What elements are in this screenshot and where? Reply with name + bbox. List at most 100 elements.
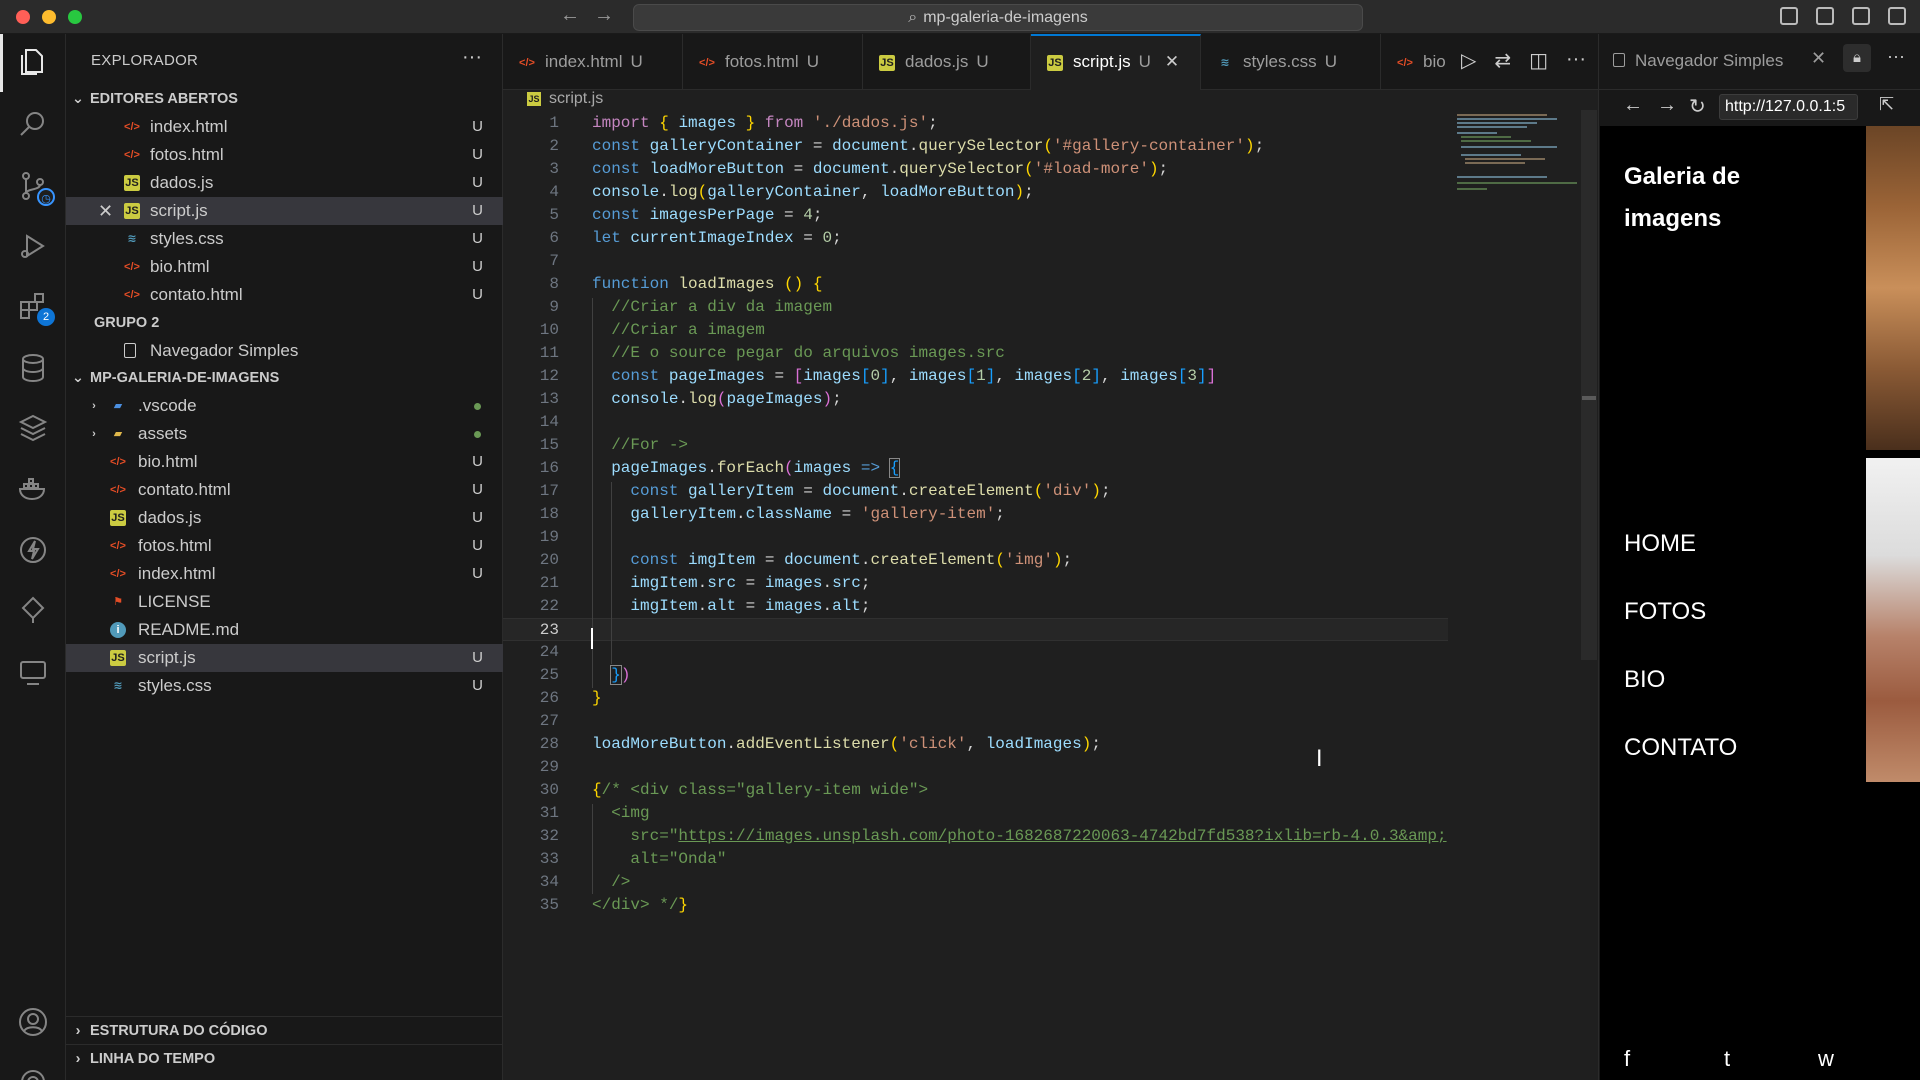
tree-file[interactable]: </> index.html U [66,560,503,588]
more-actions-icon[interactable]: ··· [1566,48,1586,73]
gallery-image [1866,458,1920,782]
customize-layout-icon[interactable] [1888,7,1906,25]
toggle-secondary-sidebar-icon[interactable] [1852,7,1870,25]
code-line: 8 function loadImages () { [503,273,1448,296]
tree-folder[interactable]: › ▰ assets [66,420,503,448]
project-section[interactable]: ⌄ MP-GALERIA-DE-IMAGENS [66,365,503,391]
url-input[interactable]: http://127.0.0.1:5 [1719,94,1858,120]
minimap[interactable] [1453,110,1583,210]
settings-gear-icon[interactable] [15,1064,51,1080]
more-actions-icon[interactable]: ··· [462,46,482,69]
nav-link-bio[interactable]: BIO [1624,666,1665,694]
text-caret [591,628,593,649]
layers-icon[interactable] [15,410,51,446]
close-tab-icon[interactable]: ✕ [1811,48,1826,69]
code-line: 35 </div> */} [503,894,1448,917]
search-icon[interactable] [15,106,51,142]
group-2-header[interactable]: GRUPO 2 [66,309,503,337]
code-line: 30 {/* <div class="gallery-item wide"> [503,779,1448,802]
reload-icon[interactable]: ↻ [1689,94,1706,119]
back-arrow-icon[interactable]: ← [560,4,580,27]
open-editor-item[interactable]: JS dados.js U [66,169,503,197]
code-line: 34 /> [503,871,1448,894]
mouse-ibeam-cursor: I [1316,747,1323,772]
test-beaker-icon[interactable] [15,592,51,628]
file-name: script.js [138,648,196,667]
open-editor-item[interactable]: </> contato.html U [66,281,503,309]
close-icon[interactable]: ✕ [98,197,113,225]
line-number: 22 [539,597,559,615]
tab-script-js[interactable]: JS script.js U ✕ [1031,34,1201,90]
maximize-window-button[interactable] [68,10,82,24]
compare-changes-icon[interactable]: ⇄ [1494,48,1511,73]
source-control-icon[interactable]: ◷ [15,168,55,206]
tree-file[interactable]: i README.md [66,616,503,644]
tab-dados-js[interactable]: JS dados.js U [863,34,1031,90]
command-center[interactable]: ⌕ mp-galeria-de-imagens [633,4,1363,31]
forward-arrow-icon[interactable]: → [1657,94,1677,117]
tree-file[interactable]: ⚑ LICENSE [66,588,503,616]
tree-folder[interactable]: › ▰ .vscode [66,392,503,420]
lightning-icon[interactable] [15,532,51,568]
lock-icon[interactable]: 🔒︎ [1843,44,1871,72]
nav-link-home[interactable]: HOME [1624,530,1696,558]
run-icon[interactable]: ▷ [1461,48,1476,73]
search-icon: ⌕ [908,9,918,26]
open-editors-section[interactable]: ⌄ EDITORES ABERTOS [66,86,503,112]
code-line: 9 //Criar a div da imagem [503,296,1448,319]
tree-file[interactable]: ≋ styles.css U [66,672,503,700]
file-name: contato.html [138,480,231,499]
tree-file-selected[interactable]: JS script.js U [66,644,503,672]
split-editor-icon[interactable]: ◫ [1529,48,1548,73]
tree-file[interactable]: </> bio.html U [66,448,503,476]
open-editor-item-active[interactable]: ✕ JS script.js U [66,197,503,225]
clock-icon: ◷ [37,188,55,206]
tab-fotos-html[interactable]: </> fotos.html U [683,34,863,90]
vertical-scrollbar[interactable] [1581,110,1597,660]
facebook-link[interactable]: f [1624,1046,1630,1072]
line-number: 35 [539,896,559,914]
site-title: Galeria de imagens [1624,163,1741,232]
line-number: 30 [539,781,559,799]
remote-explorer-icon[interactable] [15,654,51,690]
breadcrumb-file[interactable]: script.js [549,90,603,107]
tree-file[interactable]: </> contato.html U [66,476,503,504]
open-editor-item[interactable]: ≋ styles.css U [66,225,503,253]
close-window-button[interactable] [16,10,30,24]
tab-bio-html[interactable]: </> bio [1381,34,1451,90]
line-number: 32 [539,827,559,845]
tab-navegador-simples[interactable]: Navegador Simples ✕ 🔒︎ ··· [1599,34,1920,90]
scrollbar-thumb[interactable] [1582,396,1596,400]
html-file-icon: </> [124,261,140,273]
tab-styles-css[interactable]: ≋ styles.css U [1201,34,1381,90]
forward-arrow-icon[interactable]: → [594,4,614,27]
account-icon[interactable] [15,1004,51,1040]
open-editor-item[interactable]: </> index.html U [66,113,503,141]
open-editor-item[interactable]: </> fotos.html U [66,141,503,169]
tree-file[interactable]: </> fotos.html U [66,532,503,560]
whatsapp-link[interactable]: w [1818,1046,1834,1072]
code-editor[interactable]: 1 import { images } from './dados.js'; 2c… [503,110,1598,1080]
tree-file[interactable]: JS dados.js U [66,504,503,532]
open-external-icon[interactable]: ⇱ [1879,94,1894,115]
twitter-link[interactable]: t [1724,1046,1730,1072]
explorer-icon[interactable] [15,44,51,80]
close-tab-icon[interactable]: ✕ [1165,52,1179,71]
tab-index-html[interactable]: </> index.html U [503,34,683,90]
back-arrow-icon[interactable]: ← [1623,94,1643,117]
run-debug-icon[interactable] [15,228,51,264]
minimize-window-button[interactable] [42,10,56,24]
line-number: 26 [539,689,559,707]
outline-section[interactable]: › ESTRUTURA DO CÓDIGO [66,1016,503,1044]
open-editor-item[interactable]: </> bio.html U [66,253,503,281]
database-icon[interactable] [15,350,51,386]
toggle-sidebar-icon[interactable] [1780,7,1798,25]
extensions-icon[interactable]: 2 [15,288,55,326]
timeline-section[interactable]: › LINHA DO TEMPO [66,1044,503,1072]
open-editor-item[interactable]: Navegador Simples [66,337,503,365]
nav-link-fotos[interactable]: FOTOS [1624,598,1706,626]
docker-icon[interactable] [15,470,51,506]
nav-link-contato[interactable]: CONTATO [1624,734,1737,762]
more-actions-icon[interactable]: ··· [1887,46,1905,67]
toggle-panel-icon[interactable] [1816,7,1834,25]
